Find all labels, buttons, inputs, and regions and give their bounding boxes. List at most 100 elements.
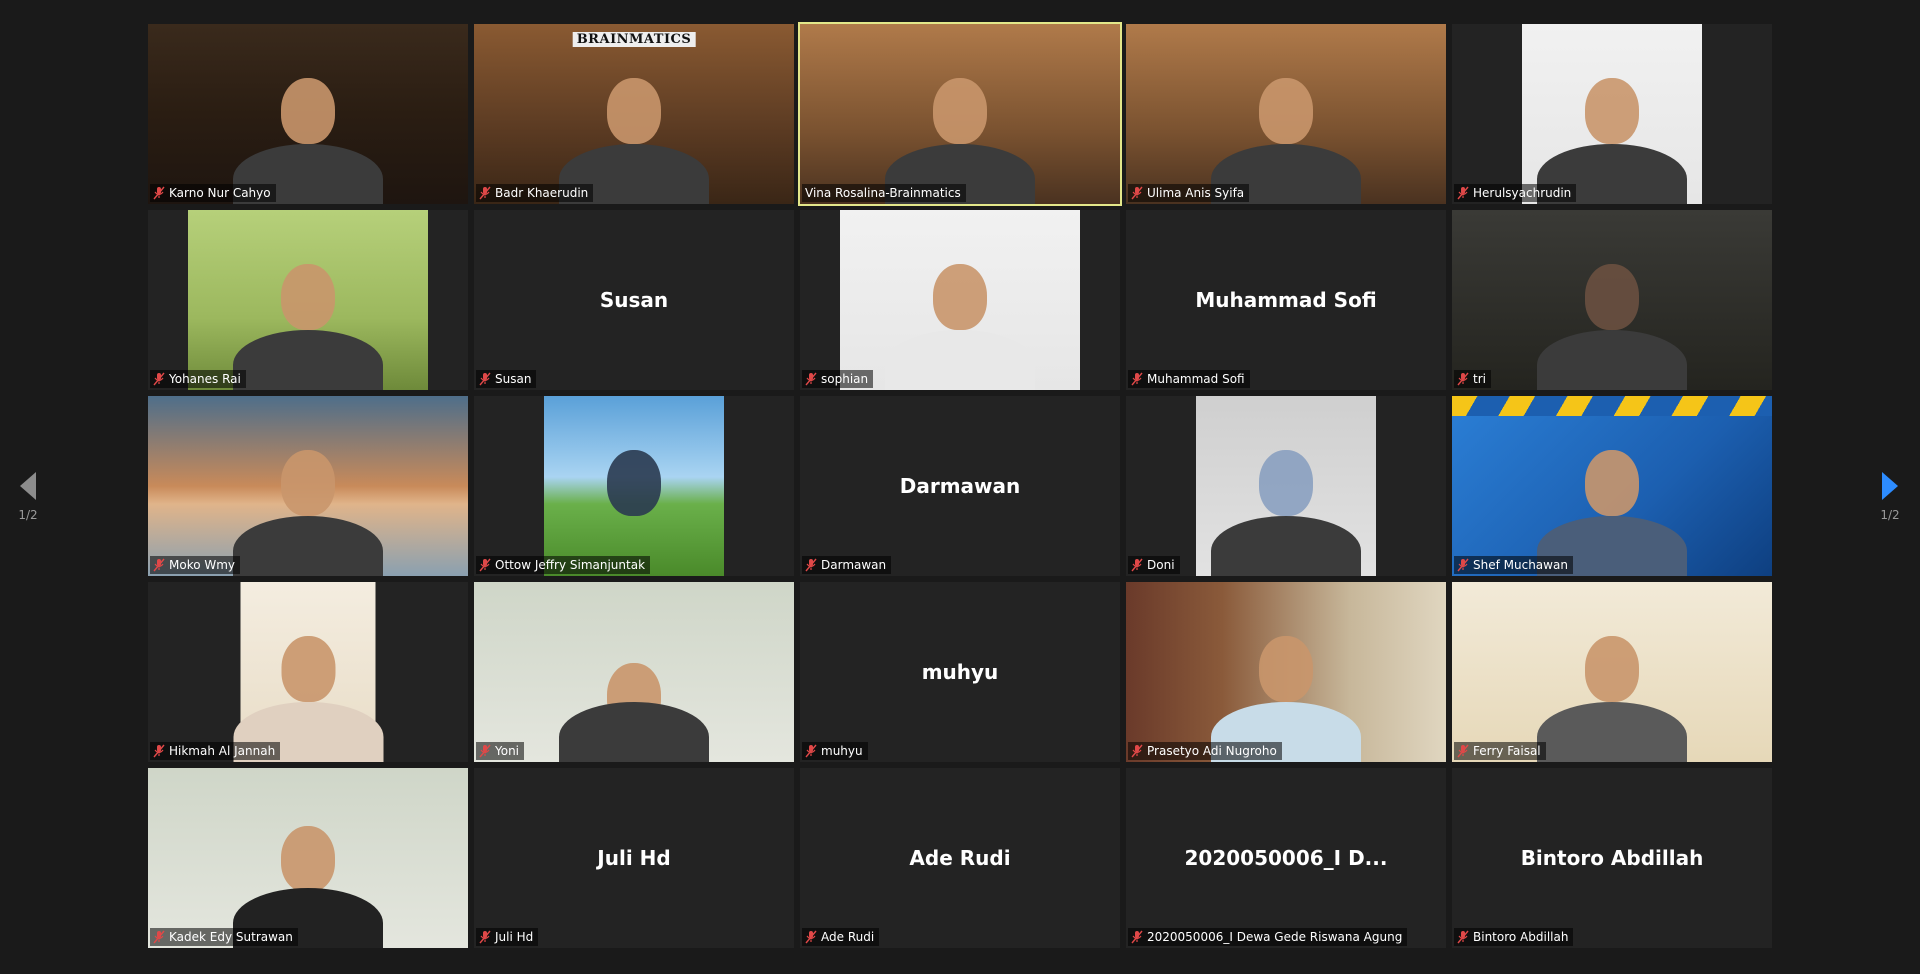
page-indicator-left: 1/2 — [18, 508, 38, 522]
next-page-button[interactable]: 1/2 — [1870, 472, 1910, 522]
participant-tile[interactable]: Herulsyachrudin — [1452, 24, 1772, 204]
participant-name-label: Shef Muchawan — [1454, 556, 1573, 574]
participant-tile[interactable]: Darmawan Darmawan — [800, 396, 1120, 576]
participant-tile[interactable]: Prasetyo Adi Nugroho — [1126, 582, 1446, 762]
participant-name-label: Badr Khaerudin — [476, 184, 594, 202]
participant-name-label: Vina Rosalina-Brainmatics — [802, 184, 966, 202]
participant-video — [1196, 396, 1376, 576]
participant-tile[interactable]: Doni — [1126, 396, 1446, 576]
participant-display-name: Ade Rudi — [909, 846, 1011, 870]
participant-tile[interactable]: Moko Wmy — [148, 396, 468, 576]
mic-muted-icon — [1457, 372, 1469, 386]
mic-muted-icon — [479, 558, 491, 572]
participant-name-label: muhyu — [802, 742, 868, 760]
mic-muted-icon — [153, 372, 165, 386]
participant-video — [233, 582, 383, 762]
mic-muted-icon — [805, 558, 817, 572]
mic-muted-icon — [153, 558, 165, 572]
mic-muted-icon — [479, 744, 491, 758]
participant-name-label: sophian — [802, 370, 874, 388]
participant-tile[interactable]: Muhammad Sofi Muhammad Sofi — [1126, 210, 1446, 390]
participant-display-name: Muhammad Sofi — [1195, 288, 1377, 312]
participant-tile[interactable]: Ulima Anis Syifa — [1126, 24, 1446, 204]
participant-tile[interactable]: Yoni — [474, 582, 794, 762]
participant-name-label: 2020050006_I Dewa Gede Riswana Agung — [1128, 928, 1408, 946]
mic-muted-icon — [1131, 186, 1143, 200]
participant-display-name: Bintoro Abdillah — [1520, 846, 1704, 870]
participant-display-name: muhyu — [921, 660, 999, 684]
mic-muted-icon — [479, 930, 491, 944]
participant-tile[interactable]: Ade Rudi Ade Rudi — [800, 768, 1120, 948]
participant-name-label: Muhammad Sofi — [1128, 370, 1250, 388]
participant-tile[interactable]: Susan Susan — [474, 210, 794, 390]
participant-display-name: Darmawan — [899, 474, 1021, 498]
participant-name-label: Moko Wmy — [150, 556, 241, 574]
brainmatics-logo: BRAINMATICS — [572, 32, 696, 47]
participant-name-label: Prasetyo Adi Nugroho — [1128, 742, 1282, 760]
mic-muted-icon — [1131, 744, 1143, 758]
participant-tile[interactable]: Bintoro Abdillah Bintoro Abdillah — [1452, 768, 1772, 948]
participant-name-label: tri — [1454, 370, 1491, 388]
participant-tile[interactable]: muhyu muhyu — [800, 582, 1120, 762]
mic-muted-icon — [805, 930, 817, 944]
participant-name-label: Susan — [476, 370, 537, 388]
chevron-left-icon — [20, 472, 36, 500]
participant-video — [1126, 24, 1446, 204]
participant-tile[interactable]: tri — [1452, 210, 1772, 390]
participant-name-label: Doni — [1128, 556, 1180, 574]
participant-name-label: Ade Rudi — [802, 928, 880, 946]
page-indicator-right: 1/2 — [1880, 508, 1900, 522]
participant-name-label: Darmawan — [802, 556, 892, 574]
participant-video — [1452, 582, 1772, 762]
participant-video — [544, 396, 724, 576]
mic-muted-icon — [1457, 186, 1469, 200]
participant-name-label: Ulima Anis Syifa — [1128, 184, 1250, 202]
participant-tile[interactable]: Juli Hd Juli Hd — [474, 768, 794, 948]
participant-name-label: Bintoro Abdillah — [1454, 928, 1574, 946]
participant-tile[interactable]: Shef Muchawan — [1452, 396, 1772, 576]
mic-muted-icon — [1131, 930, 1143, 944]
participant-name-label: Kadek Edy Sutrawan — [150, 928, 298, 946]
participant-video — [188, 210, 428, 390]
participant-tile[interactable]: Kadek Edy Sutrawan — [148, 768, 468, 948]
participant-name-label: Hikmah Al Jannah — [150, 742, 281, 760]
participant-video — [800, 24, 1120, 204]
mic-muted-icon — [479, 372, 491, 386]
participant-tile[interactable]: Yohanes Rai — [148, 210, 468, 390]
mic-muted-icon — [1457, 558, 1469, 572]
participant-video — [148, 768, 468, 948]
participant-tile[interactable]: BRAINMATICS Badr Khaerudin — [474, 24, 794, 204]
participant-display-name: 2020050006_I D... — [1184, 846, 1388, 870]
participant-video — [148, 396, 468, 576]
mic-muted-icon — [1131, 558, 1143, 572]
participant-video — [148, 24, 468, 204]
participant-name-label: Karno Nur Cahyo — [150, 184, 276, 202]
mic-muted-icon — [805, 744, 817, 758]
mic-muted-icon — [153, 186, 165, 200]
participant-video — [1452, 396, 1772, 576]
mic-muted-icon — [153, 930, 165, 944]
participant-name-label: Yohanes Rai — [150, 370, 246, 388]
participant-name-label: Juli Hd — [476, 928, 539, 946]
mic-muted-icon — [153, 744, 165, 758]
participant-tile[interactable]: Ottow Jeffry Simanjuntak — [474, 396, 794, 576]
participant-tile-active-speaker[interactable]: Vina Rosalina-Brainmatics — [798, 22, 1122, 206]
participant-video — [1126, 582, 1446, 762]
participant-display-name: Susan — [599, 288, 669, 312]
mic-muted-icon — [805, 372, 817, 386]
participant-video: BRAINMATICS — [474, 24, 794, 204]
participant-tile[interactable]: Hikmah Al Jannah — [148, 582, 468, 762]
participant-tile[interactable]: 2020050006_I D... 2020050006_I Dewa Gede… — [1126, 768, 1446, 948]
prev-page-button[interactable]: 1/2 — [8, 472, 48, 522]
mic-muted-icon — [1131, 372, 1143, 386]
participant-tile[interactable]: Ferry Faisal — [1452, 582, 1772, 762]
participant-video — [840, 210, 1080, 390]
participant-name-label: Ottow Jeffry Simanjuntak — [476, 556, 651, 574]
participant-tile[interactable]: Karno Nur Cahyo — [148, 24, 468, 204]
participant-name-label: Yoni — [476, 742, 525, 760]
mic-muted-icon — [1457, 930, 1469, 944]
mic-muted-icon — [1457, 744, 1469, 758]
participant-video — [1452, 210, 1772, 390]
participant-video — [474, 582, 794, 762]
participant-tile[interactable]: sophian — [800, 210, 1120, 390]
